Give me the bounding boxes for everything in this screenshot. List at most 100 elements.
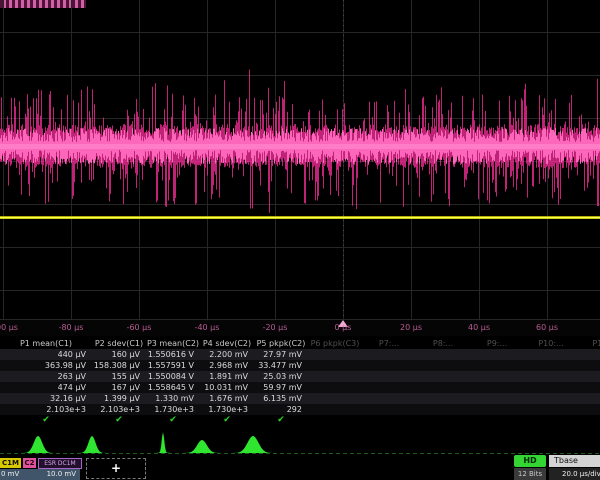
plus-icon: + [87,461,145,475]
measure-cell: 10.031 mV [200,382,254,393]
measure-cell: 2.103e+3 [0,404,92,415]
measure-cell [308,360,362,371]
measure-cell: 59.97 mV [254,382,308,393]
measure-cell: 25.03 mV [254,371,308,382]
measure-cell [524,360,578,371]
measure-column-header[interactable]: P5 pkpk(C2) [254,338,308,349]
measure-column-header[interactable]: P4 sdev(C2) [200,338,254,349]
status-check-icon [524,415,578,426]
time-axis-label: -100 µs [0,323,31,332]
measure-cell [362,404,416,415]
status-check-icon: ✔ [200,415,254,426]
measure-cell [470,382,524,393]
measure-cell: 27.97 mV [254,349,308,360]
measure-cell: 363.98 µV [0,360,92,371]
measure-cell [362,382,416,393]
measure-cell [362,371,416,382]
measure-cell [578,404,600,415]
time-axis-label: 20 µs [383,323,439,332]
measure-cell [416,360,470,371]
oscilloscope-screen: -100 µs -80 µs -60 µs -40 µs -20 µs 0 µs 20 µs… [0,0,600,480]
descriptor-bar: C1M C2 ESR DC1M 0 mV 10.0 mV + HD 12 Bit… [0,455,600,480]
measure-cell: 263 µV [0,371,92,382]
measure-column-header[interactable]: P3 mean(C2) [146,338,200,349]
measure-cell [416,404,470,415]
measure-column-header[interactable]: P2 sdev(C1) [92,338,146,349]
measure-column-header[interactable]: P6 pkpk(C3) [308,338,362,349]
measure-column-header[interactable]: P1 mean(C1) [0,338,92,349]
tbase-title: Tbase [549,455,600,467]
measure-cell: 2.103e+3 [92,404,146,415]
measure-cell: 1.891 mV [200,371,254,382]
measure-cell [524,393,578,404]
measure-cell [470,360,524,371]
measure-cell [470,393,524,404]
measure-cell: 1.676 mV [200,393,254,404]
histicon [183,440,221,453]
time-axis-label: 40 µs [451,323,507,332]
time-axis-label: -40 µs [179,323,235,332]
measure-cell [416,349,470,360]
measure-cell: 33.477 mV [254,360,308,371]
measure-cell: 2.200 mV [200,349,254,360]
measure-cell: 1.558645 V [146,382,200,393]
channel-c2-descriptor[interactable]: C2 [23,458,36,468]
measure-cell [524,371,578,382]
status-check-icon: ✔ [0,415,92,426]
status-check-icon [416,415,470,426]
measure-cell: 167 µV [92,382,146,393]
time-axis-label: 0 µs [315,323,371,332]
measure-cell [308,382,362,393]
measure-cell: 1.550616 V [146,349,200,360]
measure-cell [578,360,600,371]
measure-cell: 1.399 µV [92,393,146,404]
measure-cell [362,393,416,404]
c1-scale-value: 0 mV [1,469,19,480]
measure-cell [470,371,524,382]
measure-column-header[interactable]: P8:... [416,338,470,349]
measure-column-header[interactable]: P11:... [578,338,600,349]
measure-cell [470,349,524,360]
measure-cell: 32.16 µV [0,393,92,404]
measure-cell [578,393,600,404]
channel-c1-descriptor[interactable]: C1M [0,458,21,468]
time-axis-label: 60 µs [519,323,575,332]
measure-cell [308,404,362,415]
measure-cell [416,382,470,393]
channel-c2-coupling-tag: ESR DC1M [38,458,82,469]
measure-column-header[interactable]: P10:... [524,338,578,349]
measure-cell [308,349,362,360]
histicon [232,436,274,453]
measure-cell: 1.557591 V [146,360,200,371]
timebase-descriptor[interactable]: Tbase 20.0 µs/div [549,455,600,480]
status-check-icon [362,415,416,426]
measure-cell [416,371,470,382]
time-axis-label: -80 µs [43,323,99,332]
measure-cell [470,404,524,415]
status-check-icon: ✔ [92,415,146,426]
measure-column-header[interactable]: P7:... [362,338,416,349]
measure-cell: 1.730e+3 [146,404,200,415]
histicon [21,436,55,453]
histicon [77,436,107,453]
measure-cell: 1.550084 V [146,371,200,382]
channel-scale-strip: 0 mV 10.0 mV [0,469,80,480]
time-axis-label: -60 µs [111,323,167,332]
measure-cell [362,349,416,360]
add-trace-button[interactable]: + [86,458,146,479]
tbase-value: 20.0 µs/div [549,468,600,480]
status-check-icon [470,415,524,426]
measure-cell [308,393,362,404]
measure-cell [578,349,600,360]
measure-column-header[interactable]: P9:... [470,338,524,349]
hd-bits-label: 12 Bits [514,468,546,480]
measure-cell: 2.968 mV [200,360,254,371]
time-axis-label: -20 µs [247,323,303,332]
measure-cell: 155 µV [92,371,146,382]
hd-mode-badge: HD [514,455,546,467]
measure-cell [578,371,600,382]
measure-cell [524,382,578,393]
measure-cell: 160 µV [92,349,146,360]
measure-cell [524,349,578,360]
measure-cell [362,360,416,371]
